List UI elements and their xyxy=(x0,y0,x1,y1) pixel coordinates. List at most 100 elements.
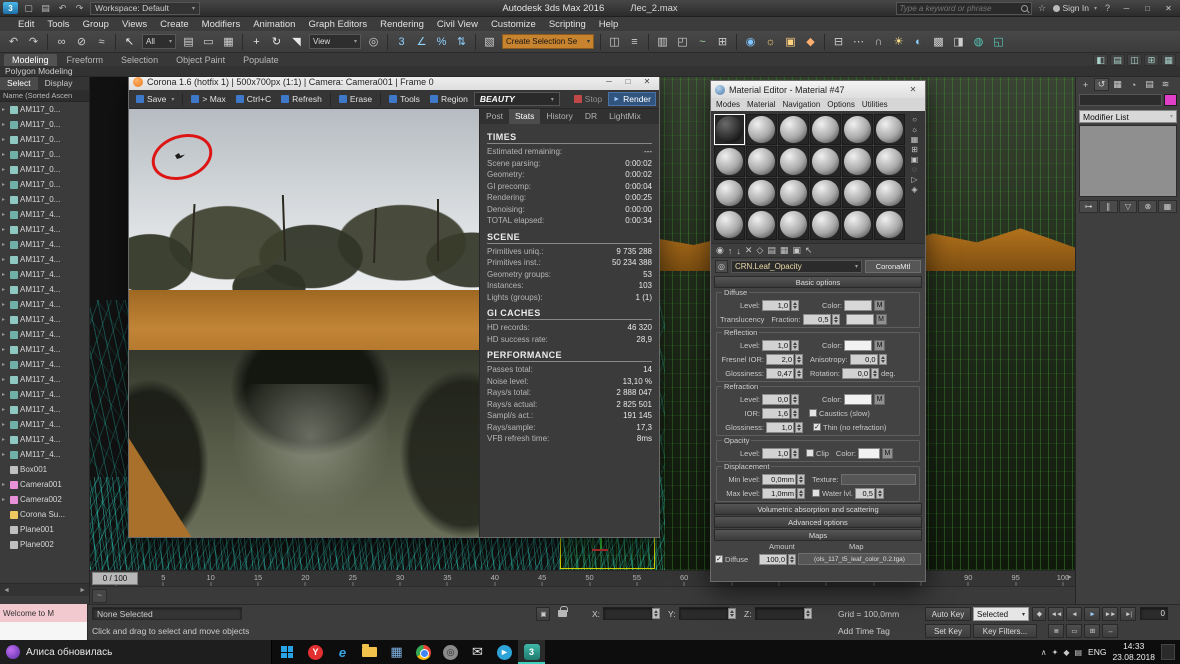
list-item[interactable]: ▸AM117_0... xyxy=(0,162,89,177)
maxscript-mini-listener[interactable]: Welcome to M xyxy=(0,604,88,640)
window-crossing-icon[interactable]: ▦ xyxy=(219,32,238,51)
y-spinner[interactable] xyxy=(728,608,736,619)
spinner-arrows[interactable] xyxy=(791,340,799,351)
tools-button[interactable]: Tools xyxy=(385,93,424,105)
refraction-level-field[interactable]: 0,0 xyxy=(762,394,790,405)
list-item[interactable]: ▸AM117_0... xyxy=(0,117,89,132)
rotation-field[interactable]: 0,0 xyxy=(842,368,870,379)
tab-create[interactable]: + xyxy=(1078,78,1093,91)
tab-utilities[interactable]: ≋ xyxy=(1158,78,1173,91)
search-icon[interactable] xyxy=(1021,5,1028,12)
mini-curve-editor-icon[interactable]: ~ xyxy=(92,589,107,603)
tab-selection[interactable]: Selection xyxy=(113,54,166,66)
tab-history[interactable]: History xyxy=(540,109,578,124)
stack-button-4[interactable]: ▦ xyxy=(1158,200,1177,213)
workspace-dropdown[interactable]: Workspace: Default▾ xyxy=(90,2,200,15)
tray-icon-2[interactable]: ◆ xyxy=(1063,648,1069,657)
close-button[interactable]: ✕ xyxy=(639,76,655,88)
refraction-map-button[interactable]: M xyxy=(874,394,885,405)
notification-center-icon[interactable] xyxy=(1161,644,1175,660)
assistant-icon[interactable] xyxy=(6,645,20,659)
material-sample-slot[interactable] xyxy=(874,178,905,209)
modifier-stack[interactable] xyxy=(1079,125,1177,197)
tab-modeling[interactable]: Modeling xyxy=(4,54,57,66)
spinner-arrows[interactable] xyxy=(871,368,879,379)
stack-button-3[interactable]: ⊗ xyxy=(1138,200,1157,213)
align-icon[interactable]: ≡ xyxy=(625,32,644,51)
water-level-field[interactable]: 0,5 xyxy=(855,488,875,499)
stack-button-1[interactable]: ∥ xyxy=(1099,200,1118,213)
list-item[interactable]: ▸AM117_4... xyxy=(0,342,89,357)
material-sample-slot[interactable] xyxy=(746,209,777,240)
spinner-arrows[interactable] xyxy=(791,300,799,311)
selection-filter-dropdown[interactable]: All▾ xyxy=(142,34,176,49)
translucency-map-button[interactable]: M xyxy=(876,314,887,325)
refresh-button[interactable]: Refresh xyxy=(277,93,326,105)
material-sample-slot[interactable] xyxy=(810,114,841,145)
tray-icon-3[interactable]: ▤ xyxy=(1074,648,1082,657)
track-bar[interactable]: ~ xyxy=(90,586,1075,604)
sample-tool-icon-0[interactable]: ○ xyxy=(912,115,917,124)
tray-icon-0[interactable]: ∧ xyxy=(1041,648,1047,657)
open-file-icon[interactable]: ▤ xyxy=(39,2,52,15)
spinner-arrows[interactable] xyxy=(797,488,805,499)
spinner-arrows[interactable] xyxy=(795,422,803,433)
selection-lock-icon[interactable] xyxy=(558,610,567,617)
tab-dr[interactable]: DR xyxy=(579,109,603,124)
expand-arrow-icon[interactable]: ▸ xyxy=(2,211,8,218)
tray-icon-1[interactable]: ✦ xyxy=(1052,648,1059,657)
bind-to-spacewarp-icon[interactable]: ≈ xyxy=(92,32,111,51)
displacement-texture-button[interactable] xyxy=(841,474,916,485)
list-item[interactable]: ▸AM117_0... xyxy=(0,102,89,117)
zoom-extents-icon[interactable]: ⊞ xyxy=(1084,624,1100,638)
list-item[interactable]: ▸AM117_4... xyxy=(0,222,89,237)
tab-display[interactable]: Display xyxy=(38,77,80,90)
material-type-button[interactable]: CoronaMtl xyxy=(865,260,921,273)
material-sample-slot[interactable] xyxy=(778,146,809,177)
expand-arrow-icon[interactable]: ▸ xyxy=(2,286,8,293)
expand-arrow-icon[interactable]: ▸ xyxy=(2,361,8,368)
material-tool-icon-5[interactable]: ▤ xyxy=(767,245,776,256)
material-editor-icon[interactable]: ◉ xyxy=(741,32,760,51)
list-item[interactable]: ▸AM117_4... xyxy=(0,372,89,387)
measure-distance-icon[interactable]: ∩ xyxy=(869,32,888,51)
material-sample-slot[interactable] xyxy=(874,209,905,240)
erase-button[interactable]: Erase xyxy=(335,93,376,105)
time-slider[interactable]: 0 / 100 xyxy=(92,572,138,585)
render-setup-icon[interactable]: ☼ xyxy=(761,32,780,51)
list-item[interactable]: ▸AM117_0... xyxy=(0,177,89,192)
material-sample-slot[interactable] xyxy=(746,146,777,177)
listener-line[interactable]: Welcome to M xyxy=(0,604,87,622)
save-button[interactable]: Save▾ xyxy=(132,93,178,105)
snap-toggle-icon[interactable]: 3 xyxy=(392,32,411,51)
select-object-icon[interactable]: ↖ xyxy=(120,32,139,51)
scene-explorer-scrollbar[interactable]: ◄► xyxy=(0,583,89,596)
menu-material[interactable]: Material xyxy=(747,100,775,109)
map-amount-field[interactable]: 100,0 xyxy=(759,554,787,565)
go-to-end-button[interactable]: ►| xyxy=(1120,607,1136,621)
auto-key-button[interactable]: Auto Key xyxy=(925,607,971,621)
clock[interactable]: 14:33 23.08.2018 xyxy=(1112,641,1155,662)
list-item[interactable]: ▸AM117_4... xyxy=(0,417,89,432)
material-sample-slot[interactable] xyxy=(842,178,873,209)
maximize-button[interactable]: □ xyxy=(620,76,636,88)
rollout-volumetric-absorption-and-scattering[interactable]: Volumetric absorption and scattering xyxy=(714,503,922,515)
menu-graph-editors[interactable]: Graph Editors xyxy=(308,19,367,30)
taskbar-chrome-icon[interactable] xyxy=(410,640,437,664)
reflection-glossiness-field[interactable]: 0,47 xyxy=(766,368,794,379)
material-sample-slot[interactable] xyxy=(714,114,745,145)
scene-explorer-column-header[interactable]: Name (Sorted Ascen xyxy=(0,90,89,102)
reference-coordinate-dropdown[interactable]: View▾ xyxy=(309,34,361,49)
select-and-scale-icon[interactable]: ◥ xyxy=(287,32,306,51)
language-indicator[interactable]: ENG xyxy=(1088,647,1106,657)
minimize-button[interactable]: ─ xyxy=(1118,2,1135,15)
material-tool-icon-6[interactable]: ▦ xyxy=(780,245,789,256)
isolate-selection-icon[interactable]: ◍ xyxy=(969,32,988,51)
schematic-view-icon[interactable]: ⊞ xyxy=(713,32,732,51)
list-item[interactable]: Plane002 xyxy=(0,537,89,552)
list-item[interactable]: ▸AM117_4... xyxy=(0,327,89,342)
list-item[interactable]: ▸AM117_4... xyxy=(0,357,89,372)
diffuse-color-swatch[interactable] xyxy=(844,300,872,311)
timeline-right-arrow[interactable]: ► xyxy=(1066,574,1073,581)
rollout-advanced-options[interactable]: Advanced options xyxy=(714,516,922,528)
